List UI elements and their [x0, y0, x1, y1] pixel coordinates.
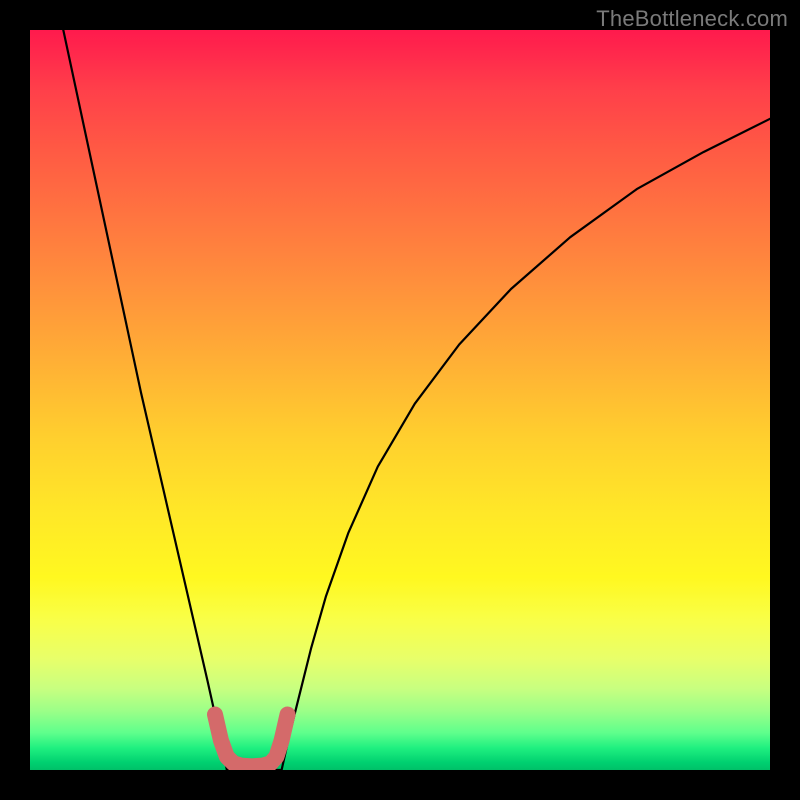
chart-svg: [30, 30, 770, 770]
chart-frame: TheBottleneck.com: [0, 0, 800, 800]
watermark-text: TheBottleneck.com: [596, 6, 788, 32]
series-black-curve: [63, 30, 770, 770]
chart-plot-area: [30, 30, 770, 770]
series-red-trough: [215, 715, 288, 767]
